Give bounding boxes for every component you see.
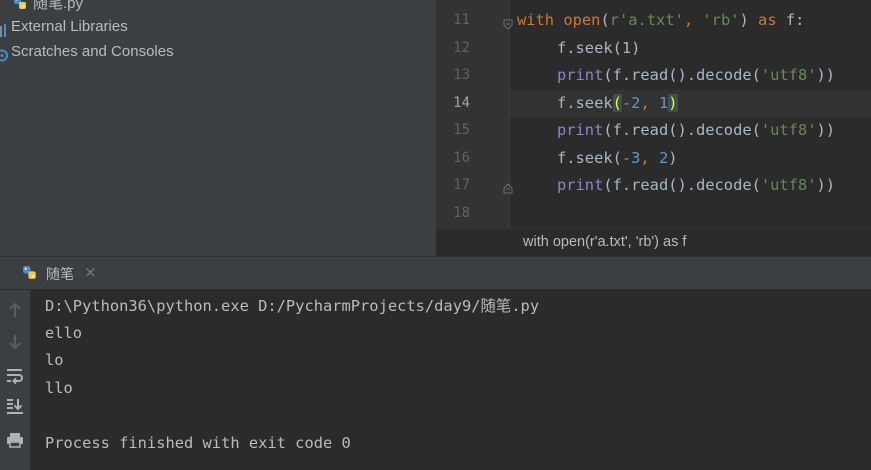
number-literal: 2 bbox=[658, 149, 669, 167]
breadcrumb-label[interactable]: with open(r'a.txt', 'rb') as f bbox=[523, 234, 686, 250]
line-number: 17 bbox=[453, 177, 470, 193]
code-text: f.seek bbox=[557, 94, 613, 112]
code-line-16[interactable]: f.seek(-3, 2) bbox=[557, 145, 678, 172]
code-text: )) bbox=[816, 176, 836, 194]
line-number: 15 bbox=[453, 122, 470, 138]
tree-item-external-libraries[interactable]: External Libraries bbox=[0, 15, 300, 39]
close-icon[interactable]: × bbox=[84, 263, 97, 281]
breadcrumb[interactable]: with open(r'a.txt', 'rb') as f bbox=[436, 228, 871, 256]
soft-wrap-icon[interactable] bbox=[0, 362, 30, 390]
code-text: ) bbox=[668, 149, 678, 167]
number-literal: 1 bbox=[658, 94, 669, 112]
up-arrow-icon[interactable] bbox=[0, 296, 30, 324]
print-icon[interactable] bbox=[0, 426, 30, 454]
code-text: (f.read().decode( bbox=[603, 66, 761, 84]
tab-run-config[interactable]: 随笔 × bbox=[0, 257, 100, 290]
paren: ( bbox=[600, 11, 610, 29]
code-line-15[interactable]: print(f.read().decode('utf8')) bbox=[557, 117, 835, 144]
code-editor[interactable]: 11 12 13 14 15 16 17 18 with open(r'a.tx… bbox=[436, 0, 871, 256]
comma: , bbox=[640, 94, 659, 112]
matched-bracket: ( bbox=[612, 94, 622, 112]
number-literal: -3 bbox=[621, 149, 641, 167]
code-text: (f.read().decode( bbox=[603, 176, 761, 194]
keyword-with: with bbox=[517, 11, 555, 29]
console-line: lo bbox=[45, 351, 64, 369]
tree-item-label: 随笔.py bbox=[33, 0, 84, 12]
run-tab-label: 随笔 bbox=[46, 267, 74, 283]
code-text: (f.read().decode( bbox=[603, 121, 761, 139]
builtin-print: print bbox=[557, 66, 604, 84]
project-tree-panel: 随笔.py External Libraries Scratches and C… bbox=[0, 0, 436, 256]
tree-item-scratches[interactable]: Scratches and Consoles bbox=[0, 40, 300, 64]
paren: ) bbox=[739, 11, 749, 29]
string-literal: r'a.txt' bbox=[609, 11, 684, 29]
number-literal: -2 bbox=[621, 94, 641, 112]
code-line-14[interactable]: f.seek(-2, 1) bbox=[557, 90, 678, 117]
keyword-as: as bbox=[758, 11, 777, 29]
string-literal: 'rb' bbox=[702, 11, 740, 29]
line-number: 18 bbox=[453, 205, 470, 221]
string-literal: 'utf8' bbox=[760, 121, 817, 139]
code-line-11[interactable]: with open(r'a.txt', 'rb') as f: bbox=[517, 7, 804, 34]
code-text: f.seek( bbox=[557, 149, 622, 167]
down-arrow-icon[interactable] bbox=[0, 328, 30, 356]
matched-bracket: ) bbox=[668, 94, 678, 112]
code-text: )) bbox=[816, 66, 836, 84]
line-number: 13 bbox=[453, 67, 470, 83]
console-line: D:\Python36\python.exe D:/PycharmProject… bbox=[45, 297, 540, 315]
code-line-17[interactable]: print(f.read().decode('utf8')) bbox=[557, 172, 835, 199]
builtin-open: open bbox=[563, 11, 601, 29]
string-literal: 'utf8' bbox=[760, 66, 817, 84]
line-number: 12 bbox=[453, 40, 470, 56]
string-literal: 'utf8' bbox=[760, 176, 817, 194]
console-line: ello bbox=[45, 324, 83, 342]
line-number-active: 14 bbox=[453, 95, 470, 111]
fold-open-icon[interactable] bbox=[503, 15, 513, 30]
code-line-13[interactable]: print(f.read().decode('utf8')) bbox=[557, 62, 835, 89]
tree-item-label: Scratches and Consoles bbox=[11, 43, 174, 60]
console-line: llo bbox=[45, 379, 73, 397]
scratches-icon bbox=[0, 46, 8, 70]
run-toolbar bbox=[0, 290, 31, 470]
line-number: 16 bbox=[453, 150, 470, 166]
builtin-print: print bbox=[557, 121, 604, 139]
console-line: Process finished with exit code 0 bbox=[45, 434, 351, 452]
fold-close-icon[interactable] bbox=[503, 179, 513, 194]
code-text: )) bbox=[816, 121, 836, 139]
comma: , bbox=[640, 149, 659, 167]
builtin-print: print bbox=[557, 176, 604, 194]
python-run-icon bbox=[22, 265, 39, 286]
tree-item-file[interactable]: 随笔.py bbox=[13, 0, 313, 16]
variable: f: bbox=[776, 11, 805, 29]
run-tool-window-header: 随笔 × bbox=[0, 256, 871, 290]
code-line-12[interactable]: f.seek(1) bbox=[557, 35, 640, 62]
tree-item-label: External Libraries bbox=[11, 18, 128, 35]
console-output[interactable]: D:\Python36\python.exe D:/PycharmProject… bbox=[31, 290, 871, 470]
line-number: 11 bbox=[453, 12, 470, 28]
scroll-to-end-icon[interactable] bbox=[0, 392, 30, 420]
comma: , bbox=[683, 11, 703, 29]
